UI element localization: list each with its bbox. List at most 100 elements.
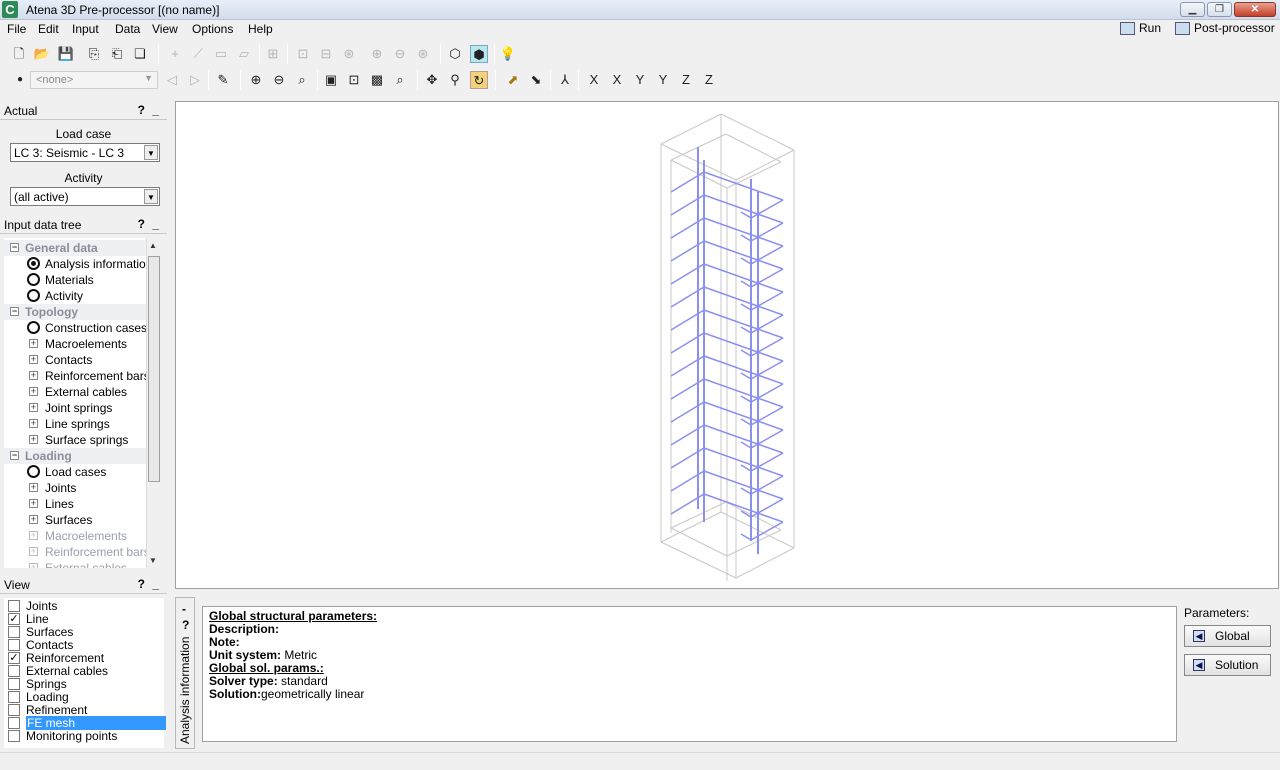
- selection-dot-icon[interactable]: ●: [11, 71, 29, 89]
- expand-icon[interactable]: +: [29, 483, 38, 492]
- analysis-information-tab[interactable]: - ? Analysis information: [175, 597, 195, 749]
- save-icon[interactable]: 💾: [57, 45, 75, 63]
- checkbox[interactable]: ✓: [8, 613, 20, 625]
- edit-icon[interactable]: ⊛: [414, 45, 432, 63]
- tree-item[interactable]: Materials: [4, 272, 146, 288]
- close-window-button[interactable]: ✕: [1234, 2, 1276, 17]
- expand-icon[interactable]: +: [29, 387, 38, 396]
- menu-input[interactable]: Input: [72, 22, 99, 36]
- tree-item[interactable]: Construction cases: [4, 320, 146, 336]
- menu-data[interactable]: Data: [115, 22, 140, 36]
- tree-item[interactable]: Load cases: [4, 464, 146, 480]
- view-minimize-button[interactable]: _: [152, 577, 159, 591]
- expand-icon[interactable]: +: [29, 531, 38, 540]
- tree-minimize-button[interactable]: _: [152, 217, 159, 231]
- back-view-icon[interactable]: ⬊: [527, 71, 545, 89]
- add-surface-icon[interactable]: ▭: [212, 45, 230, 63]
- delete-icon[interactable]: ⊖: [391, 45, 409, 63]
- tree-group[interactable]: − Loading: [4, 448, 146, 464]
- scroll-up-icon[interactable]: ▲: [149, 241, 157, 250]
- view-help-button[interactable]: ?: [138, 577, 145, 591]
- tree-group[interactable]: − General data: [4, 240, 146, 256]
- input-data-tree[interactable]: − General data Analysis information Materia…: [4, 238, 146, 568]
- activity-select[interactable]: (all active) ▼: [10, 187, 160, 206]
- axes-icon[interactable]: ⅄: [556, 71, 574, 89]
- checkbox[interactable]: [8, 626, 20, 638]
- expand-icon[interactable]: +: [29, 499, 38, 508]
- model-viewport[interactable]: [175, 101, 1279, 589]
- tree-item[interactable]: + Joints: [4, 480, 146, 496]
- maximize-window-button[interactable]: ❐: [1207, 2, 1232, 17]
- add-region-icon[interactable]: ▱: [235, 45, 253, 63]
- expand-icon[interactable]: +: [29, 339, 38, 348]
- insert-icon[interactable]: ⊕: [368, 45, 386, 63]
- view-y-plus-icon[interactable]: Y: [631, 71, 649, 89]
- tree-item[interactable]: + Joint springs: [4, 400, 146, 416]
- lightbulb-icon[interactable]: 💡: [499, 45, 517, 63]
- copy-icon[interactable]: ⎘: [85, 45, 103, 63]
- expand-icon[interactable]: +: [29, 515, 38, 524]
- minimize-window-button[interactable]: ▁: [1180, 2, 1205, 17]
- pan-icon[interactable]: ✥: [423, 71, 441, 89]
- tree-scroll-thumb[interactable]: [148, 256, 160, 482]
- zoom-dynamic-icon[interactable]: ⚲: [446, 71, 464, 89]
- solution-parameters-button[interactable]: ◀ Solution: [1184, 654, 1271, 676]
- view-y-minus-icon[interactable]: Y: [654, 71, 672, 89]
- view-z-minus-icon[interactable]: Z: [700, 71, 718, 89]
- expand-icon[interactable]: +: [29, 547, 38, 556]
- tree-item[interactable]: + External cables: [4, 560, 146, 568]
- add-point-icon[interactable]: +: [166, 45, 184, 63]
- grid-icon[interactable]: ⊞: [264, 45, 282, 63]
- tree-group[interactable]: − Topology: [4, 304, 146, 320]
- tree-item[interactable]: + Contacts: [4, 352, 146, 368]
- tree-item[interactable]: + Reinforcement bars: [4, 368, 146, 384]
- zoom-in-icon[interactable]: ⊕: [247, 71, 265, 89]
- menu-help[interactable]: Help: [248, 22, 273, 36]
- collapse-icon[interactable]: −: [10, 243, 19, 252]
- menu-options[interactable]: Options: [192, 22, 233, 36]
- menu-file[interactable]: File: [7, 22, 26, 36]
- render-cube-icon[interactable]: ⬢: [470, 45, 488, 63]
- expand-icon[interactable]: +: [29, 419, 38, 428]
- tree-item[interactable]: + Line springs: [4, 416, 146, 432]
- tree-scrollbar[interactable]: ▲ ▼: [146, 238, 161, 568]
- view-z-plus-icon[interactable]: Z: [677, 71, 695, 89]
- checkbox[interactable]: [8, 691, 20, 703]
- selection-combo[interactable]: <none> ▼: [30, 71, 158, 89]
- zoom-previous-icon[interactable]: ⌕: [391, 71, 409, 89]
- tree-item[interactable]: + Macroelements: [4, 528, 146, 544]
- star-element-icon[interactable]: ⊛: [340, 45, 358, 63]
- add-element-icon[interactable]: ⊡: [294, 45, 312, 63]
- zoom-window-icon[interactable]: ⌕: [293, 71, 311, 89]
- checkbox[interactable]: [8, 704, 20, 716]
- radio-icon[interactable]: [27, 321, 40, 334]
- prev-icon[interactable]: ◁: [163, 71, 181, 89]
- expand-icon[interactable]: +: [29, 371, 38, 380]
- tree-item[interactable]: + Surfaces: [4, 512, 146, 528]
- checkbox[interactable]: [8, 639, 20, 651]
- tree-item[interactable]: + External cables: [4, 384, 146, 400]
- duplicate-icon[interactable]: ❏: [131, 45, 149, 63]
- radio-icon[interactable]: [27, 465, 40, 478]
- zoom-fit-icon[interactable]: ⊡: [345, 71, 363, 89]
- next-icon[interactable]: ▷: [186, 71, 204, 89]
- expand-icon[interactable]: +: [29, 355, 38, 364]
- zoom-extents-icon[interactable]: ▩: [368, 71, 386, 89]
- radio-icon[interactable]: [27, 257, 40, 270]
- load-case-select[interactable]: LC 3: Seismic - LC 3 ▼: [10, 143, 160, 162]
- tree-item[interactable]: + Macroelements: [4, 336, 146, 352]
- collapse-icon[interactable]: −: [10, 451, 19, 460]
- tree-help-button[interactable]: ?: [138, 217, 145, 231]
- radio-icon[interactable]: [27, 273, 40, 286]
- rotate-icon[interactable]: ↻: [470, 71, 488, 89]
- wireframe-icon[interactable]: ⬡: [446, 45, 464, 63]
- tree-item[interactable]: Analysis information: [4, 256, 146, 272]
- tree-item[interactable]: + Surface springs: [4, 432, 146, 448]
- new-file-icon[interactable]: 🗋: [10, 45, 28, 63]
- tree-item[interactable]: Activity: [4, 288, 146, 304]
- add-line-icon[interactable]: ⟋: [189, 45, 207, 63]
- checkbox[interactable]: [8, 730, 20, 742]
- run-button[interactable]: Run: [1120, 21, 1161, 35]
- post-processor-button[interactable]: Post-processor: [1175, 21, 1275, 35]
- global-parameters-button[interactable]: ◀ Global: [1184, 625, 1271, 647]
